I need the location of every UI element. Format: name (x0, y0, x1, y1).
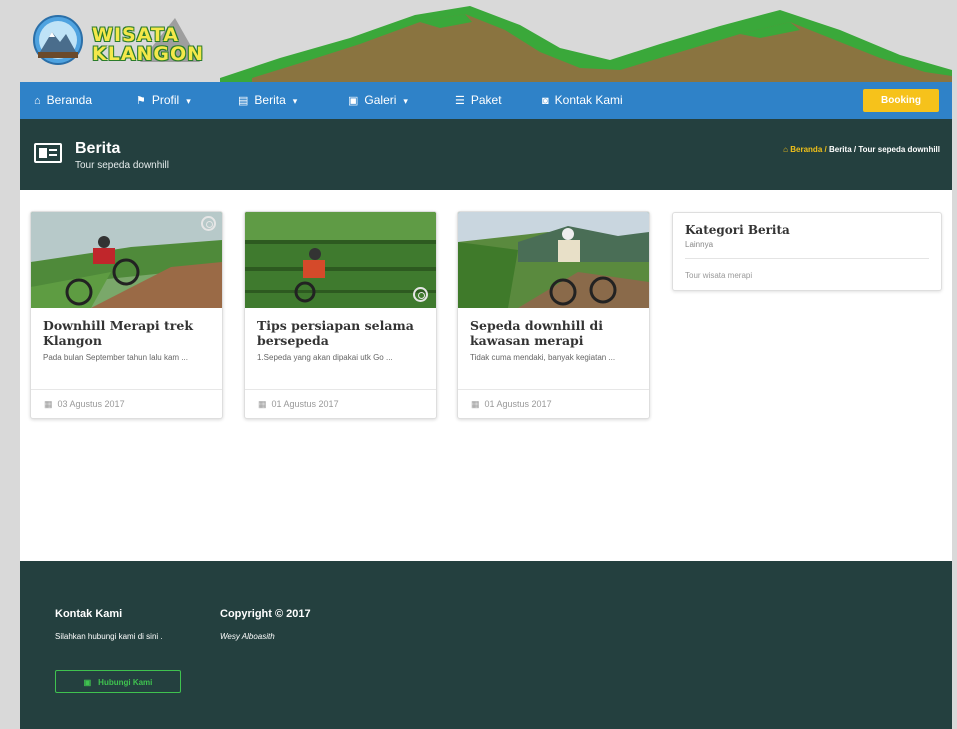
logo-emblem-icon (33, 15, 83, 65)
calendar-icon: ▦ (44, 399, 53, 409)
nav-label: Beranda (46, 93, 93, 107)
header-banner: WISATA KLANGON (20, 0, 952, 82)
nav-label: Kontak Kami (554, 93, 623, 107)
news-card[interactable]: Tips persiapan selama bersepeda 1.Sepeda… (244, 211, 437, 419)
booking-button[interactable]: Booking (863, 89, 939, 112)
site-footer: Kontak Kami Silahkan hubungi kami di sin… (20, 561, 952, 729)
nav-profil[interactable]: ⚑ Profil ▾ (136, 82, 191, 119)
news-date: ▦ 01 Agustus 2017 (258, 399, 339, 410)
flag-icon: ⚑ (136, 95, 146, 107)
chat-icon: ▣ (83, 678, 92, 687)
footer-contact-title: Kontak Kami (55, 608, 123, 620)
chat-icon: ◙ (542, 95, 549, 107)
nav-beranda[interactable]: ⌂ Beranda (34, 82, 92, 119)
breadcrumb-section-link[interactable]: Berita (829, 145, 852, 154)
category-link[interactable]: Tour wisata merapi (685, 271, 752, 280)
zoom-icon[interactable] (201, 216, 216, 231)
chevron-down-icon: ▾ (186, 96, 191, 106)
category-title: Kategori Berita (685, 223, 790, 237)
news-date: ▦ 03 Agustus 2017 (44, 399, 125, 410)
brand-line-2: KLANGON (92, 43, 205, 65)
breadcrumb-home-link[interactable]: Beranda (790, 145, 822, 154)
page: WISATA KLANGON ⌂ Beranda ⚑ Profil ▾ ▤ Berita… (20, 0, 952, 729)
divider (685, 258, 929, 259)
calendar-icon: ▦ (258, 399, 267, 409)
news-footer: ▦ 01 Agustus 2017 (245, 389, 436, 418)
news-excerpt: Tidak cuma mendaki, banyak kegiatan ... (470, 353, 616, 362)
category-panel: Kategori Berita Lainnya Tour wisata mera… (672, 212, 942, 291)
contact-us-button[interactable]: ▣ Hubungi Kami (55, 670, 181, 693)
brand-name: WISATA KLANGON (92, 26, 204, 64)
calendar-icon: ▦ (471, 399, 480, 409)
news-date-text: 01 Agustus 2017 (484, 399, 552, 409)
main-navbar: ⌂ Beranda ⚑ Profil ▾ ▤ Berita ▾ ▣ Galeri ▾ ☰ Pak… (20, 82, 952, 119)
site-logo[interactable]: WISATA KLANGON (30, 12, 203, 70)
news-thumbnail[interactable] (245, 212, 436, 308)
breadcrumb-separator: / (853, 145, 857, 154)
news-title[interactable]: Sepeda downhill di kawasan merapi (470, 318, 640, 348)
contact-us-label: Hubungi Kami (98, 678, 153, 687)
breadcrumb-current: Tour sepeda downhill (858, 145, 940, 154)
category-subtitle: Lainnya (685, 240, 714, 249)
nav-label: Galeri (364, 93, 397, 107)
footer-copyright: Copyright © 2017 (220, 608, 311, 620)
home-icon: ⌂ (34, 95, 41, 107)
news-date: ▦ 01 Agustus 2017 (471, 399, 552, 410)
nav-paket[interactable]: ☰ Paket (455, 82, 502, 119)
nav-galeri[interactable]: ▣ Galeri ▾ (348, 82, 408, 119)
chevron-down-icon: ▾ (292, 96, 298, 106)
zoom-icon[interactable] (413, 287, 428, 302)
news-thumbnail[interactable] (31, 212, 222, 308)
news-thumbnail[interactable] (458, 212, 649, 308)
page-header: Berita Tour sepeda downhill ⌂ Beranda / … (20, 119, 952, 190)
news-footer: ▦ 03 Agustus 2017 (31, 389, 222, 418)
news-date-text: 01 Agustus 2017 (271, 399, 339, 409)
news-date-text: 03 Agustus 2017 (57, 399, 125, 409)
footer-contact-text: Silahkan hubungi kami di sini . (55, 632, 163, 641)
newspaper-icon: ▤ (238, 95, 249, 107)
image-icon: ▣ (348, 95, 359, 107)
news-excerpt: Pada bulan September tahun lalu kam ... (43, 353, 188, 362)
list-icon: ☰ (455, 95, 465, 107)
breadcrumb: ⌂ Beranda / Berita / Tour sepeda downhil… (783, 145, 940, 154)
footer-author: Wesy Alboasith (220, 632, 275, 641)
chevron-down-icon: ▾ (403, 96, 408, 106)
nav-label: Berita (254, 93, 286, 107)
news-footer: ▦ 01 Agustus 2017 (458, 389, 649, 418)
breadcrumb-separator: / (824, 145, 827, 154)
newspaper-icon (34, 143, 62, 163)
news-card[interactable]: Sepeda downhill di kawasan merapi Tidak … (457, 211, 650, 419)
nav-label: Paket (470, 93, 502, 107)
news-title[interactable]: Tips persiapan selama bersepeda (257, 318, 427, 348)
news-title[interactable]: Downhill Merapi trek Klangon (43, 318, 213, 348)
nav-kontak-kami[interactable]: ◙ Kontak Kami (542, 82, 623, 119)
nav-berita[interactable]: ▤ Berita ▾ (238, 82, 297, 119)
home-icon: ⌂ (783, 145, 789, 154)
nav-label: Profil (151, 93, 180, 107)
page-subtitle: Tour sepeda downhill (75, 160, 169, 171)
news-excerpt: 1.Sepeda yang akan dipakai utk Go ... (257, 353, 393, 362)
page-title: Berita (75, 140, 121, 157)
news-card[interactable]: Downhill Merapi trek Klangon Pada bulan … (30, 211, 223, 419)
